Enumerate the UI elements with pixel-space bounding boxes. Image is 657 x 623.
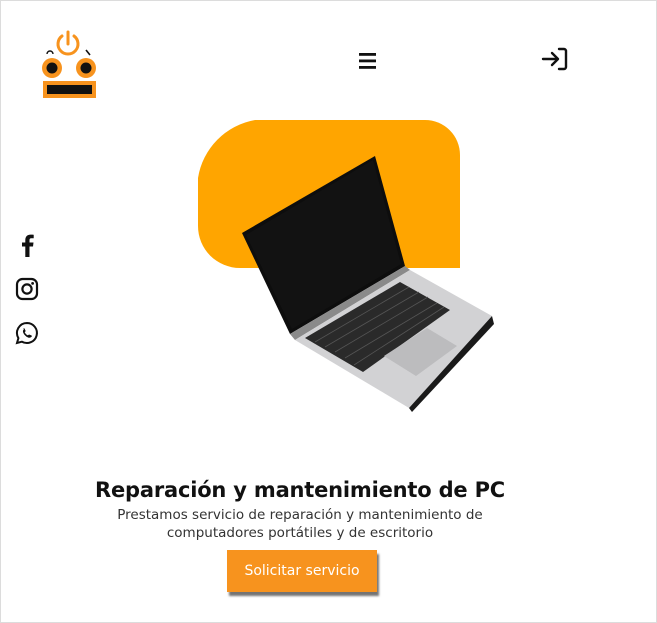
request-service-button[interactable]: Solicitar servicio: [227, 550, 377, 592]
whatsapp-icon: [15, 321, 38, 345]
instagram-link[interactable]: [14, 276, 40, 302]
login-button[interactable]: [540, 46, 570, 72]
subtitle-line-2: computadores portátiles y de escritorio: [166, 525, 434, 541]
sign-in-icon: [541, 47, 568, 71]
hero-text: Reparación y mantenimiento de PC Prestam…: [80, 476, 520, 542]
hero-illustration: [195, 118, 500, 418]
page-title: Reparación y mantenimiento de PC: [95, 478, 505, 502]
menu-button[interactable]: [355, 48, 381, 74]
brand-logo[interactable]: [38, 30, 102, 102]
facebook-link[interactable]: [14, 232, 40, 258]
laptop-image: [198, 120, 494, 412]
social-links: [14, 232, 44, 364]
instagram-icon: [15, 277, 39, 301]
hamburger-menu-icon: [359, 53, 376, 69]
page-subtitle: Prestamos servicio de reparación y mante…: [80, 506, 520, 542]
whatsapp-link[interactable]: [14, 320, 40, 346]
robot-power-logo-icon: [42, 30, 96, 98]
subtitle-line-1: Prestamos servicio de reparación y mante…: [117, 507, 483, 523]
facebook-icon: [22, 234, 34, 257]
